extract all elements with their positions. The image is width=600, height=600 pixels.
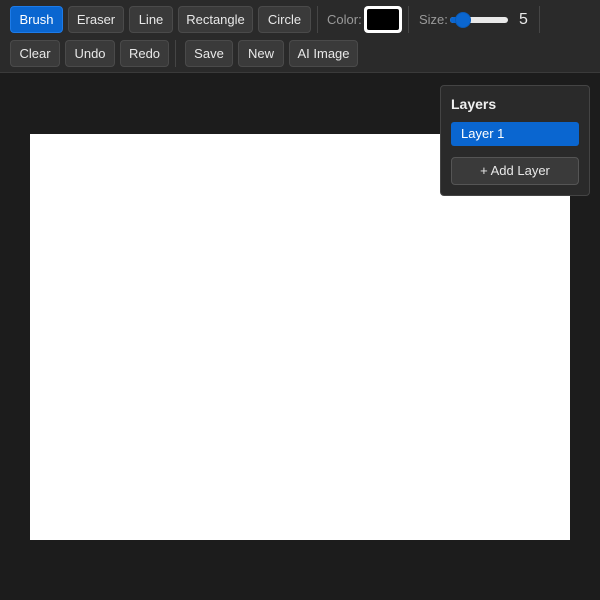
layer-item[interactable]: Layer 1 <box>451 122 579 146</box>
size-value: 5 <box>519 11 528 28</box>
add-layer-button[interactable]: + Add Layer <box>451 157 579 185</box>
brush-tool-button[interactable]: Brush <box>10 6 63 33</box>
color-swatch <box>367 9 399 30</box>
brush-size-slider[interactable] <box>450 12 510 28</box>
toolbar-divider <box>175 40 176 67</box>
toolbar-divider <box>539 6 540 33</box>
ai-image-button[interactable]: AI Image <box>289 40 358 67</box>
save-button[interactable]: Save <box>185 40 233 67</box>
color-picker[interactable] <box>364 6 402 33</box>
layers-title: Layers <box>451 96 497 112</box>
new-button[interactable]: New <box>238 40 284 67</box>
clear-button[interactable]: Clear <box>10 40 60 67</box>
redo-button[interactable]: Redo <box>120 40 169 67</box>
toolbar-divider <box>408 6 409 33</box>
toolbar-divider <box>317 6 318 33</box>
slider-thumb[interactable] <box>455 12 472 28</box>
circle-tool-button[interactable]: Circle <box>258 6 311 33</box>
undo-button[interactable]: Undo <box>65 40 115 67</box>
layers-panel: Layers Layer 1 + Add Layer <box>440 85 590 196</box>
line-tool-button[interactable]: Line <box>129 6 173 33</box>
rectangle-tool-button[interactable]: Rectangle <box>178 6 253 33</box>
eraser-tool-button[interactable]: Eraser <box>68 6 124 33</box>
size-label: Size: <box>419 12 448 27</box>
color-label: Color: <box>327 12 362 27</box>
toolbar: Brush Eraser Line Rectangle Circle Color… <box>0 0 600 73</box>
